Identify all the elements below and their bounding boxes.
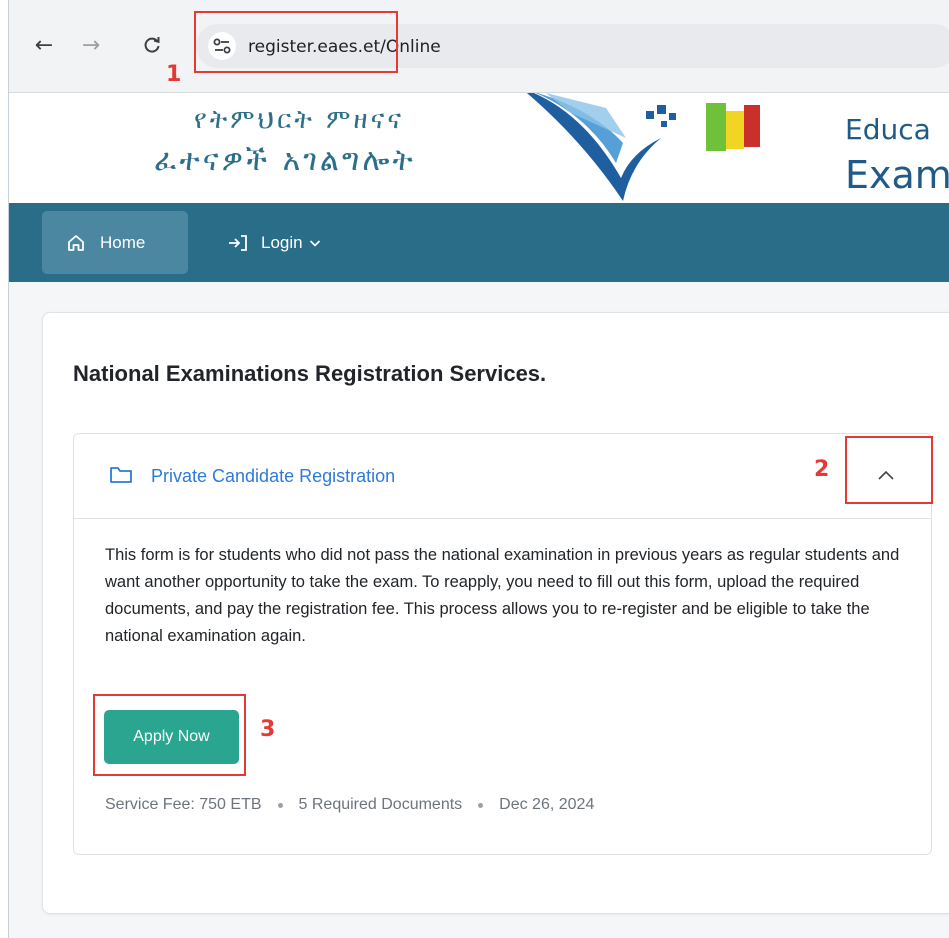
site-header-banner: የትምህርት ምዘናና ፈተናዎች አገልግሎት Educa Exam: [9, 93, 949, 203]
nav-login-label: Login: [261, 232, 303, 252]
annotation-box-2: [845, 436, 933, 504]
services-card: National Examinations Registration Servi…: [42, 312, 949, 914]
nav-login-dropdown[interactable]: Login: [227, 211, 321, 274]
header-english-line1: Educa: [845, 113, 931, 146]
separator-dot: [478, 802, 484, 808]
browser-toolbar: ← → register.eaes.et/Online: [9, 0, 949, 93]
accordion-title[interactable]: Private Candidate Registration: [151, 466, 395, 487]
header-english-line2: Exam: [845, 153, 949, 197]
service-meta: Service Fee: 750 ETB 5 Required Document…: [105, 796, 594, 814]
annotation-number-1: 1: [166, 62, 182, 87]
arrow-right-icon: →: [81, 32, 101, 58]
window-frame: [0, 0, 9, 938]
accordion-header[interactable]: Private Candidate Registration: [74, 434, 931, 519]
forward-button[interactable]: →: [76, 30, 106, 60]
service-fee: Service Fee: 750 ETB: [105, 796, 262, 813]
annotation-box-1: [194, 11, 398, 73]
service-date: Dec 26, 2024: [499, 796, 595, 813]
login-icon: [227, 233, 249, 253]
home-icon: [66, 233, 86, 253]
required-documents: 5 Required Documents: [298, 796, 463, 813]
chevron-down-icon: [309, 238, 321, 248]
annotation-number-3: 3: [260, 717, 276, 742]
separator-dot: [277, 802, 283, 808]
back-button[interactable]: ←: [29, 30, 59, 60]
accordion-description: This form is for students who did not pa…: [105, 546, 900, 645]
annotation-number-2: 2: [814, 457, 830, 482]
service-accordion: Private Candidate Registration This form…: [73, 433, 932, 855]
reload-icon: [144, 37, 160, 53]
nav-home-link[interactable]: Home: [42, 211, 188, 274]
annotation-box-3: [93, 694, 246, 776]
reload-button[interactable]: [137, 30, 167, 60]
arrow-left-icon: ←: [34, 32, 54, 58]
folder-icon: [110, 467, 132, 483]
agency-logo-icon: [526, 93, 782, 201]
nav-home-label: Home: [100, 232, 146, 252]
main-navbar: Home Login: [9, 203, 949, 282]
page-title: National Examinations Registration Servi…: [73, 361, 547, 386]
header-amharic-line1: የትምህርት ምዘናና: [194, 105, 405, 135]
header-amharic-line2: ፈተናዎች አገልግሎት: [154, 143, 416, 178]
